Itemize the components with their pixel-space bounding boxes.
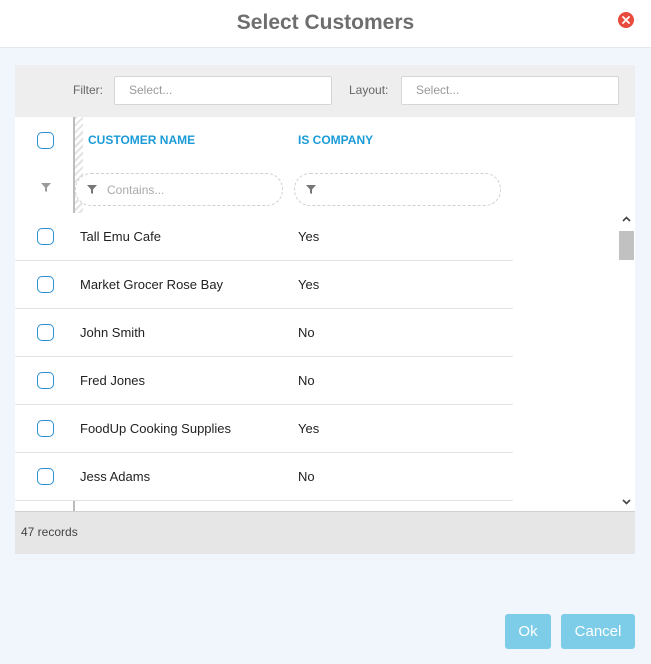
table-row[interactable]: Tall Emu Cafe Yes bbox=[15, 213, 513, 261]
customer-name-cell: Jess Adams bbox=[80, 469, 151, 484]
is-company-cell: Yes bbox=[298, 229, 320, 244]
cancel-button[interactable]: Cancel bbox=[561, 614, 635, 649]
customer-name-cell: Fred Jones bbox=[80, 373, 146, 388]
table-row[interactable]: FoodUp Cooking Supplies Yes bbox=[15, 405, 513, 453]
filter-icon bbox=[41, 183, 51, 192]
row-checkbox[interactable] bbox=[37, 468, 54, 485]
close-icon bbox=[622, 16, 630, 24]
customer-name-cell: Market Grocer Rose Bay bbox=[80, 277, 224, 292]
row-checkbox[interactable] bbox=[37, 324, 54, 341]
row-checkbox[interactable] bbox=[37, 372, 54, 389]
grid-footer: 47 records bbox=[15, 511, 635, 554]
close-button[interactable] bbox=[618, 12, 634, 28]
table-row[interactable]: Fred Jones No bbox=[15, 357, 513, 405]
vertical-scrollbar[interactable] bbox=[617, 213, 635, 511]
layout-label: Layout: bbox=[349, 83, 389, 97]
chevron-down-icon[interactable] bbox=[622, 499, 631, 505]
customer-name-cell: Tall Emu Cafe bbox=[80, 229, 161, 244]
is-company-cell: No bbox=[298, 373, 315, 388]
row-checkbox[interactable] bbox=[37, 228, 54, 245]
grid-rows: Tall Emu Cafe Yes Market Grocer Rose Bay… bbox=[15, 213, 513, 511]
row-checkbox[interactable] bbox=[37, 420, 54, 437]
customer-name-filter[interactable]: Contains... bbox=[75, 173, 283, 206]
filter-select[interactable]: Select... bbox=[114, 76, 332, 105]
dialog-header: Select Customers bbox=[0, 0, 651, 48]
table-row[interactable]: Market Grocer Rose Bay Yes bbox=[15, 261, 513, 309]
layout-select[interactable]: Select... bbox=[401, 76, 619, 105]
column-header-customer-name[interactable]: CUSTOMER NAME bbox=[88, 133, 195, 147]
is-company-cell: Yes bbox=[298, 277, 320, 292]
filter-label: Filter: bbox=[73, 83, 103, 97]
filter-icon bbox=[306, 185, 316, 194]
is-company-cell: No bbox=[298, 469, 315, 484]
record-count: 47 records bbox=[21, 525, 78, 539]
customer-grid-panel: Filter: Select... Layout: Select... CUST… bbox=[15, 65, 635, 554]
column-header-is-company[interactable]: IS COMPANY bbox=[298, 133, 373, 147]
table-row[interactable]: John Smith No bbox=[15, 309, 513, 357]
is-company-cell: No bbox=[298, 325, 315, 340]
dialog-title: Select Customers bbox=[236, 11, 415, 34]
select-all-checkbox[interactable] bbox=[37, 132, 54, 149]
is-company-filter[interactable] bbox=[294, 173, 501, 206]
row-checkbox[interactable] bbox=[37, 276, 54, 293]
grid-toolbar: Filter: Select... Layout: Select... bbox=[15, 65, 635, 117]
scrollbar-thumb[interactable] bbox=[619, 231, 634, 260]
customer-name-cell: John Smith bbox=[80, 325, 146, 340]
filter-icon bbox=[87, 185, 97, 194]
is-company-cell: Yes bbox=[298, 421, 320, 436]
chevron-up-icon[interactable] bbox=[622, 216, 631, 222]
ok-button[interactable]: Ok bbox=[505, 614, 551, 649]
table-row[interactable]: Jess Adams No bbox=[15, 453, 513, 501]
customer-name-cell: FoodUp Cooking Supplies bbox=[80, 421, 232, 436]
customer-name-filter-placeholder: Contains... bbox=[107, 183, 165, 197]
